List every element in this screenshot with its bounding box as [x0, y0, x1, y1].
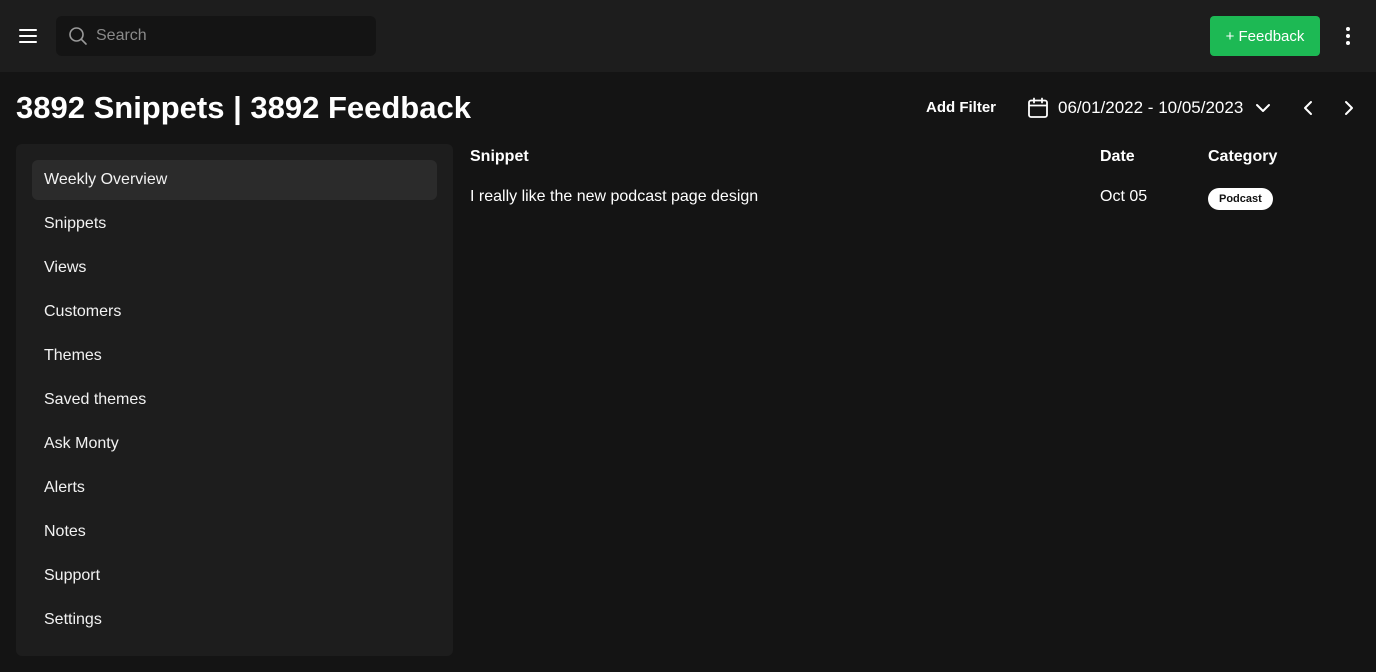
sidebar-item-customers[interactable]: Customers — [32, 292, 437, 332]
sidebar-item-saved-themes[interactable]: Saved themes — [32, 380, 437, 420]
sidebar-item-weekly-overview[interactable]: Weekly Overview — [32, 160, 437, 200]
sidebar-item-notes[interactable]: Notes — [32, 512, 437, 552]
sidebar-item-views[interactable]: Views — [32, 248, 437, 288]
sidebar-item-alerts[interactable]: Alerts — [32, 468, 437, 508]
page-title: 3892 Snippets | 3892 Feedback — [16, 90, 471, 125]
calendar-icon — [1028, 97, 1048, 118]
chevron-left-icon[interactable] — [1297, 96, 1321, 120]
snippets-table: Snippet Date Category I really like the … — [470, 144, 1360, 210]
chevron-down-icon — [1256, 104, 1271, 112]
add-filter-button[interactable]: Add Filter — [916, 92, 1006, 124]
column-header-snippet[interactable]: Snippet — [470, 148, 529, 166]
search-input[interactable] — [96, 16, 366, 56]
date-range-label: 06/01/2022 - 10/05/2023 — [1058, 98, 1244, 117]
sidebar-item-ask-monty[interactable]: Ask Monty — [32, 424, 437, 464]
top-bar: + Feedback — [0, 0, 1376, 72]
date-range-picker[interactable]: 06/01/2022 - 10/05/2023 — [1024, 92, 1282, 124]
sidebar-item-settings[interactable]: Settings — [32, 600, 437, 640]
snippet-text: I really like the new podcast page desig… — [470, 188, 759, 205]
add-feedback-button[interactable]: + Feedback — [1210, 16, 1320, 56]
sidebar: Weekly Overview Snippets Views Customers… — [16, 144, 453, 656]
menu-icon[interactable] — [16, 24, 40, 48]
category-badge[interactable]: Podcast — [1208, 188, 1273, 210]
sidebar-item-support[interactable]: Support — [32, 556, 437, 596]
chevron-right-icon[interactable] — [1336, 96, 1360, 120]
sidebar-item-snippets[interactable]: Snippets — [32, 204, 437, 244]
column-header-date[interactable]: Date — [1100, 148, 1135, 166]
column-header-category[interactable]: Category — [1208, 148, 1277, 166]
table-header: Snippet Date Category — [470, 144, 1360, 172]
sidebar-item-themes[interactable]: Themes — [32, 336, 437, 376]
more-vertical-icon[interactable] — [1336, 24, 1360, 48]
snippet-date: Oct 05 — [1100, 188, 1148, 205]
search-icon — [69, 27, 87, 45]
search-box — [56, 16, 376, 56]
